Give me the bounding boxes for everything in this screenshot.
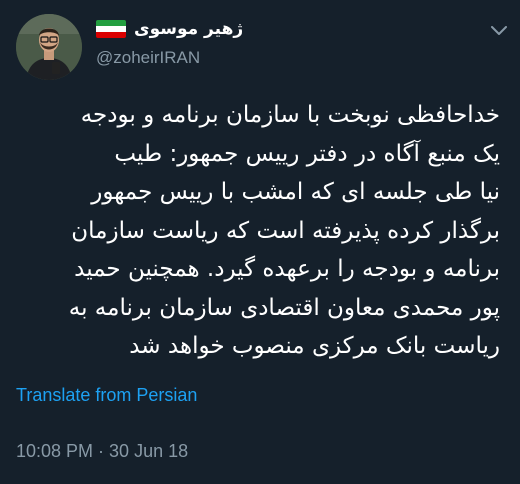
name-row: ژهیر موسوی (96, 14, 476, 44)
chevron-down-icon (491, 26, 507, 35)
iran-flag-icon (96, 20, 126, 38)
tweet-line: پور محمدی معاون اقتصادی سازمان برنامه به (68, 294, 500, 321)
tweet-line: خداحافظی نوبخت با سازمان برنامه و بودجه (80, 102, 500, 128)
tweet-header: ژهیر موسوی @zoheirIRAN (96, 14, 476, 74)
tweet-line: ریاست بانک مرکزی منصوب خواهد شد (129, 333, 500, 359)
tweet-timestamp[interactable]: 10:08 PM · 30 Jun 18 (16, 441, 188, 462)
flag-stripe-red (96, 32, 126, 38)
display-name[interactable]: ژهیر موسوی (134, 19, 243, 39)
avatar[interactable] (16, 14, 82, 80)
tweet: ژهیر موسوی @zoheirIRAN خداحافظی نوبخت با… (0, 0, 520, 484)
tweet-line: نیا طی جلسه ای که امشب با رییس جمهور (91, 179, 500, 205)
tweet-line: برگذار کرده پذیرفته است که ریاست سازمان (71, 217, 500, 244)
tweet-text: خداحافظی نوبخت با سازمان برنامه و بودجه … (14, 96, 500, 366)
tweet-line: یک منبع آگاه در دفتر رییس جمهور: طیب (114, 140, 500, 167)
user-handle[interactable]: @zoheirIRAN (96, 48, 476, 68)
tweet-line: برنامه و بودجه را برعهده گیرد. همچنین حم… (74, 256, 500, 282)
translate-link[interactable]: Translate from Persian (16, 385, 197, 406)
tweet-menu-button[interactable] (488, 20, 510, 42)
